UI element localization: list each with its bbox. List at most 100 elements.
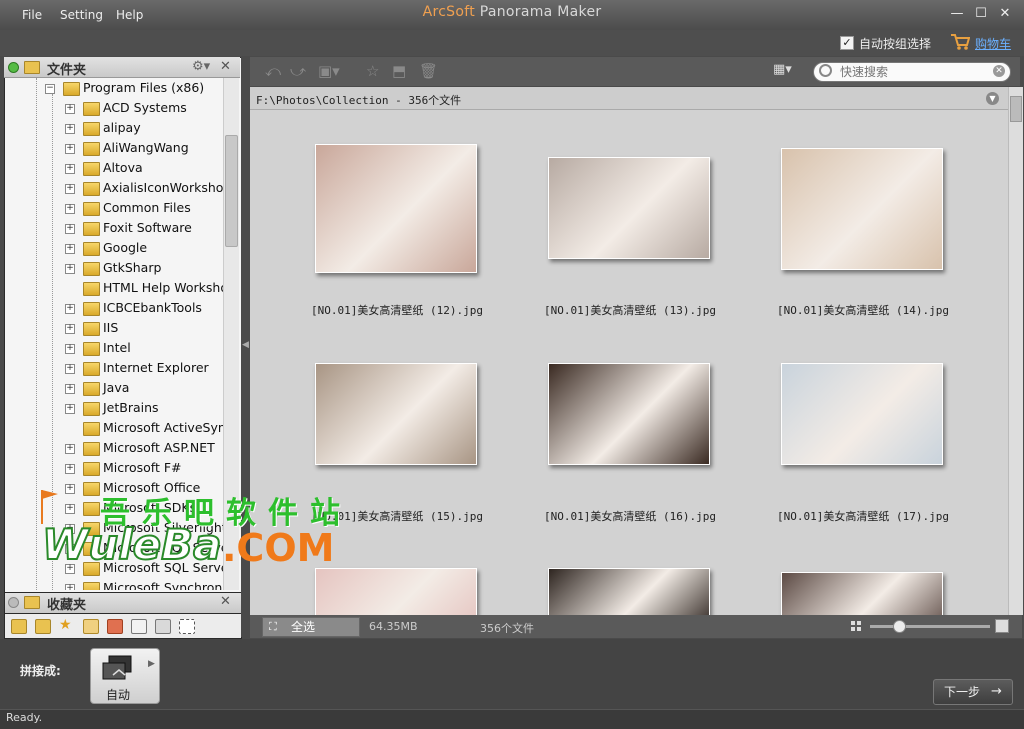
delete-icon[interactable]: 🗑 — [419, 62, 438, 80]
tree-item-label: Microsoft F# — [103, 460, 182, 475]
photo-thumbnail[interactable] — [781, 148, 943, 270]
photo-caption[interactable]: [NO.01]美女高清壁纸 (13).jpg — [544, 302, 716, 318]
folder-icon — [83, 302, 100, 316]
zoom-slider[interactable] — [870, 625, 990, 628]
expand-icon[interactable]: + — [65, 464, 75, 474]
expand-icon[interactable]: + — [65, 304, 75, 314]
cart-icon[interactable] — [950, 33, 970, 51]
stitch-mode-label: 自动 — [105, 688, 130, 702]
folder-icon — [83, 462, 100, 476]
close-icon[interactable]: ✕ — [994, 4, 1016, 24]
total-size: 64.35MB — [369, 620, 418, 633]
photo-thumbnail[interactable] — [548, 568, 710, 615]
collapse-arrow-icon[interactable]: ◀ — [242, 340, 249, 350]
star-icon[interactable]: ★ — [59, 618, 73, 632]
folder-icon — [83, 482, 100, 496]
collapse-icon[interactable]: − — [45, 84, 55, 94]
select-all-label: 全选 — [291, 620, 316, 634]
tree-scroll-thumb[interactable] — [225, 135, 238, 247]
expand-icon[interactable]: + — [65, 324, 75, 334]
grid-scroll-thumb[interactable] — [1010, 96, 1022, 122]
expand-icon[interactable]: + — [65, 384, 75, 394]
expand-icon[interactable]: + — [65, 124, 75, 134]
expand-icon[interactable]: + — [65, 184, 75, 194]
grid-view-icon[interactable] — [179, 619, 195, 634]
expand-icon[interactable]: + — [65, 484, 75, 494]
minimize-icon[interactable]: — — [946, 4, 968, 24]
photo-thumbnail[interactable] — [781, 572, 943, 615]
view-mode-icon[interactable]: ▦▾ — [773, 62, 792, 77]
rotate-right-icon[interactable]: ⤻ — [290, 62, 306, 80]
tree-item-label: Microsoft ActiveSync — [103, 420, 223, 435]
large-thumbnails-icon[interactable] — [995, 619, 1009, 633]
photo-thumbnail[interactable] — [548, 157, 710, 259]
expand-icon[interactable]: + — [65, 204, 75, 214]
tree-item-label: Program Files (x86) — [83, 80, 205, 95]
tag-icon[interactable]: ⬒ — [392, 62, 406, 80]
tree-item-label: Google — [103, 240, 148, 255]
tree-item-label: Internet Explorer — [103, 360, 209, 375]
expand-icon[interactable]: + — [65, 164, 75, 174]
expand-icon[interactable]: + — [65, 244, 75, 254]
folder-icon — [83, 182, 100, 196]
photo-thumbnail[interactable] — [315, 363, 477, 465]
status-text: Ready. — [6, 711, 43, 724]
expand-icon[interactable]: + — [65, 264, 75, 274]
photo-caption[interactable]: [NO.01]美女高清壁纸 (14).jpg — [777, 302, 949, 318]
rotate-left-icon[interactable]: ⤺ — [265, 62, 281, 80]
photo-thumbnail[interactable] — [315, 144, 477, 273]
close-panel-icon[interactable]: ✕ — [220, 59, 231, 74]
folder-icon — [83, 102, 100, 116]
add-folder-icon[interactable] — [35, 619, 51, 634]
expand-icon[interactable]: + — [65, 584, 75, 590]
mode-dropdown-icon[interactable]: ▶ — [148, 659, 155, 669]
photo-thumbnail[interactable] — [548, 363, 710, 465]
expand-icon[interactable]: + — [65, 444, 75, 454]
path-text: F:\Photos\Collection - 356个文件 — [256, 94, 462, 107]
photo-caption[interactable]: [NO.01]美女高清壁纸 (17).jpg — [777, 508, 949, 524]
photo-thumbnail[interactable] — [781, 363, 943, 465]
maximize-icon[interactable]: ☐ — [970, 4, 992, 24]
select-all-button[interactable]: ⛶ 全选 — [262, 617, 360, 637]
tree-item-label: Microsoft ASP.NET — [103, 440, 215, 455]
folder-icon — [83, 382, 100, 396]
path-dropdown-icon[interactable]: ▼ — [986, 92, 999, 105]
photo-caption[interactable]: [NO.01]美女高清壁纸 (12).jpg — [311, 302, 483, 318]
app-title: ArcSoft Panorama Maker — [422, 4, 602, 20]
expand-icon[interactable]: + — [65, 504, 75, 514]
clear-search-icon[interactable]: ✕ — [993, 65, 1005, 77]
image-menu-icon[interactable]: ▣▾ — [318, 62, 340, 80]
expand-icon[interactable]: + — [65, 404, 75, 414]
open-folder-icon[interactable] — [11, 619, 27, 634]
tree-item-label: Altova — [103, 160, 143, 175]
photo-caption[interactable]: [NO.01]美女高清壁纸 (16).jpg — [544, 508, 716, 524]
expand-icon[interactable]: + — [65, 224, 75, 234]
expand-icon[interactable]: + — [65, 344, 75, 354]
tree-item-label: Microsoft Synchronization — [103, 580, 223, 590]
watermark-com: .COM — [222, 526, 335, 570]
zoom-slider-handle[interactable] — [893, 620, 906, 633]
tag-icon[interactable] — [83, 619, 99, 634]
search-box[interactable] — [813, 62, 1011, 82]
expand-icon[interactable]: + — [65, 104, 75, 114]
expand-icon[interactable]: + — [65, 144, 75, 154]
next-step-button[interactable]: 下一步 → — [933, 679, 1013, 705]
status-bar — [0, 709, 1024, 729]
search-input[interactable] — [840, 64, 980, 80]
small-thumbnails-icon[interactable] — [851, 621, 861, 631]
folder-icon — [83, 142, 100, 156]
camera-icon[interactable] — [155, 619, 171, 634]
cart-link[interactable]: 购物车 — [975, 35, 1011, 52]
grid-scrollbar[interactable] — [1008, 87, 1023, 615]
photo-thumbnail[interactable] — [315, 568, 477, 615]
close-favorites-icon[interactable]: ✕ — [220, 594, 231, 609]
gear-icon[interactable]: ⚙▾ — [192, 59, 210, 74]
auto-group-checkbox[interactable]: ✓ — [840, 36, 854, 50]
star-icon[interactable]: ☆ — [366, 62, 379, 80]
tree-item-label: GtkSharp — [103, 260, 162, 275]
calendar-icon[interactable] — [131, 619, 147, 634]
auto-group-label[interactable]: 自动按组选择 — [859, 35, 931, 52]
expand-icon[interactable]: + — [65, 364, 75, 374]
tree-item-label: ICBCEbankTools — [103, 300, 202, 315]
image-icon[interactable] — [107, 619, 123, 634]
